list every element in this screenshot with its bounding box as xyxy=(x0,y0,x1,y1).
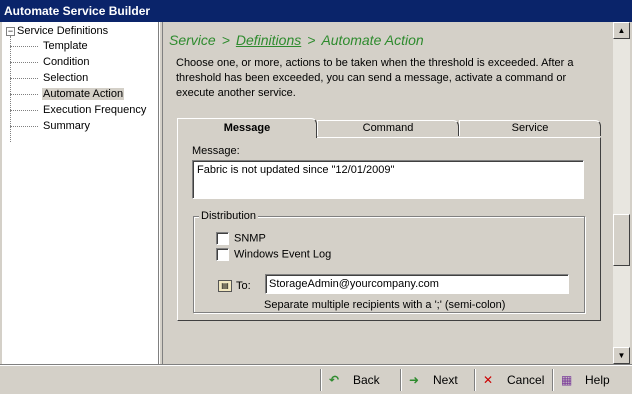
tree-item-label[interactable]: Selection xyxy=(42,72,89,84)
vertical-scrollbar[interactable]: ▲ ▼ xyxy=(613,22,630,364)
breadcrumb-current: Automate Action xyxy=(321,32,424,48)
tree-item-summary[interactable]: Summary xyxy=(10,120,91,134)
snmp-checkbox-row[interactable]: SNMP xyxy=(216,232,266,246)
tree-item-automate-action[interactable]: Automate Action xyxy=(10,88,125,102)
event-log-label[interactable]: Windows Event Log xyxy=(234,248,331,260)
tree-root-label[interactable]: Service Definitions xyxy=(17,25,108,37)
to-label: To: xyxy=(236,280,251,292)
tab-message[interactable]: Message xyxy=(177,118,317,138)
scroll-up-icon[interactable]: ▲ xyxy=(613,22,630,39)
content-panel: Service > Definitions > Automate Action Choo… xyxy=(163,22,613,364)
scroll-down-icon[interactable]: ▼ xyxy=(613,347,630,364)
recipients-hint: Separate multiple recipients with a ';' … xyxy=(264,299,506,311)
breadcrumb-separator: > xyxy=(221,32,230,48)
navigation-tree: − Service Definitions Template Condition … xyxy=(2,22,159,364)
tree-item-label[interactable]: Execution Frequency xyxy=(42,104,147,116)
address-book-icon[interactable]: ▤ xyxy=(218,280,232,292)
window-title: Automate Service Builder xyxy=(0,0,632,22)
scroll-thumb[interactable] xyxy=(613,214,630,266)
breadcrumb-service: Service xyxy=(169,32,216,48)
help-label[interactable]: Help xyxy=(585,373,610,387)
breadcrumb-separator: > xyxy=(307,32,316,48)
snmp-label[interactable]: SNMP xyxy=(234,232,266,244)
tree-item-template[interactable]: Template xyxy=(10,40,89,54)
tree-item-condition[interactable]: Condition xyxy=(10,56,90,70)
tree-item-label[interactable]: Automate Action xyxy=(42,88,125,100)
cancel-x-icon: ✕ xyxy=(483,373,494,387)
page-description: Choose one, or more, actions to be taken… xyxy=(176,57,574,99)
back-arrow-icon: ↶ xyxy=(329,373,340,387)
tree-item-label[interactable]: Template xyxy=(42,40,89,52)
breadcrumb-definitions-link[interactable]: Definitions xyxy=(236,32,301,48)
message-label: Message: xyxy=(192,145,240,157)
tab-command[interactable]: Command xyxy=(317,120,459,136)
back-button[interactable]: ↶ Back xyxy=(320,369,380,391)
tree-item-label[interactable]: Condition xyxy=(42,56,90,68)
tree-item-selection[interactable]: Selection xyxy=(10,72,89,86)
tree-item-label[interactable]: Summary xyxy=(42,120,91,132)
snmp-checkbox[interactable] xyxy=(216,232,229,245)
tab-service[interactable]: Service xyxy=(459,120,601,136)
next-label[interactable]: Next xyxy=(433,373,458,387)
tree-root[interactable]: − Service Definitions xyxy=(6,25,108,37)
back-label[interactable]: Back xyxy=(353,373,380,387)
distribution-legend: Distribution xyxy=(199,210,259,222)
cancel-label[interactable]: Cancel xyxy=(507,373,544,387)
to-recipients-input[interactable]: StorageAdmin@yourcompany.com xyxy=(265,274,569,294)
help-button[interactable]: ▦ Help xyxy=(552,369,610,391)
tree-item-execution-frequency[interactable]: Execution Frequency xyxy=(10,104,147,118)
message-tab-panel: Message: Fabric is not updated since "12… xyxy=(177,137,601,321)
event-log-checkbox[interactable] xyxy=(216,248,229,261)
tree-collapse-icon[interactable]: − xyxy=(6,26,15,36)
event-log-checkbox-row[interactable]: Windows Event Log xyxy=(216,248,331,262)
breadcrumb: Service > Definitions > Automate Action xyxy=(169,32,424,48)
cancel-button[interactable]: ✕ Cancel xyxy=(474,369,544,391)
message-textarea[interactable]: Fabric is not updated since "12/01/2009" xyxy=(192,160,584,199)
wizard-window: Automate Service Builder − Service Defini… xyxy=(0,0,632,394)
wizard-button-bar: ↶ Back ➜ Next ✕ Cancel ▦ Help xyxy=(0,364,632,394)
help-book-icon: ▦ xyxy=(561,373,573,387)
next-arrow-icon: ➜ xyxy=(409,373,420,387)
next-button[interactable]: ➜ Next xyxy=(400,369,458,391)
action-tabs: Message Command Service xyxy=(177,118,601,138)
